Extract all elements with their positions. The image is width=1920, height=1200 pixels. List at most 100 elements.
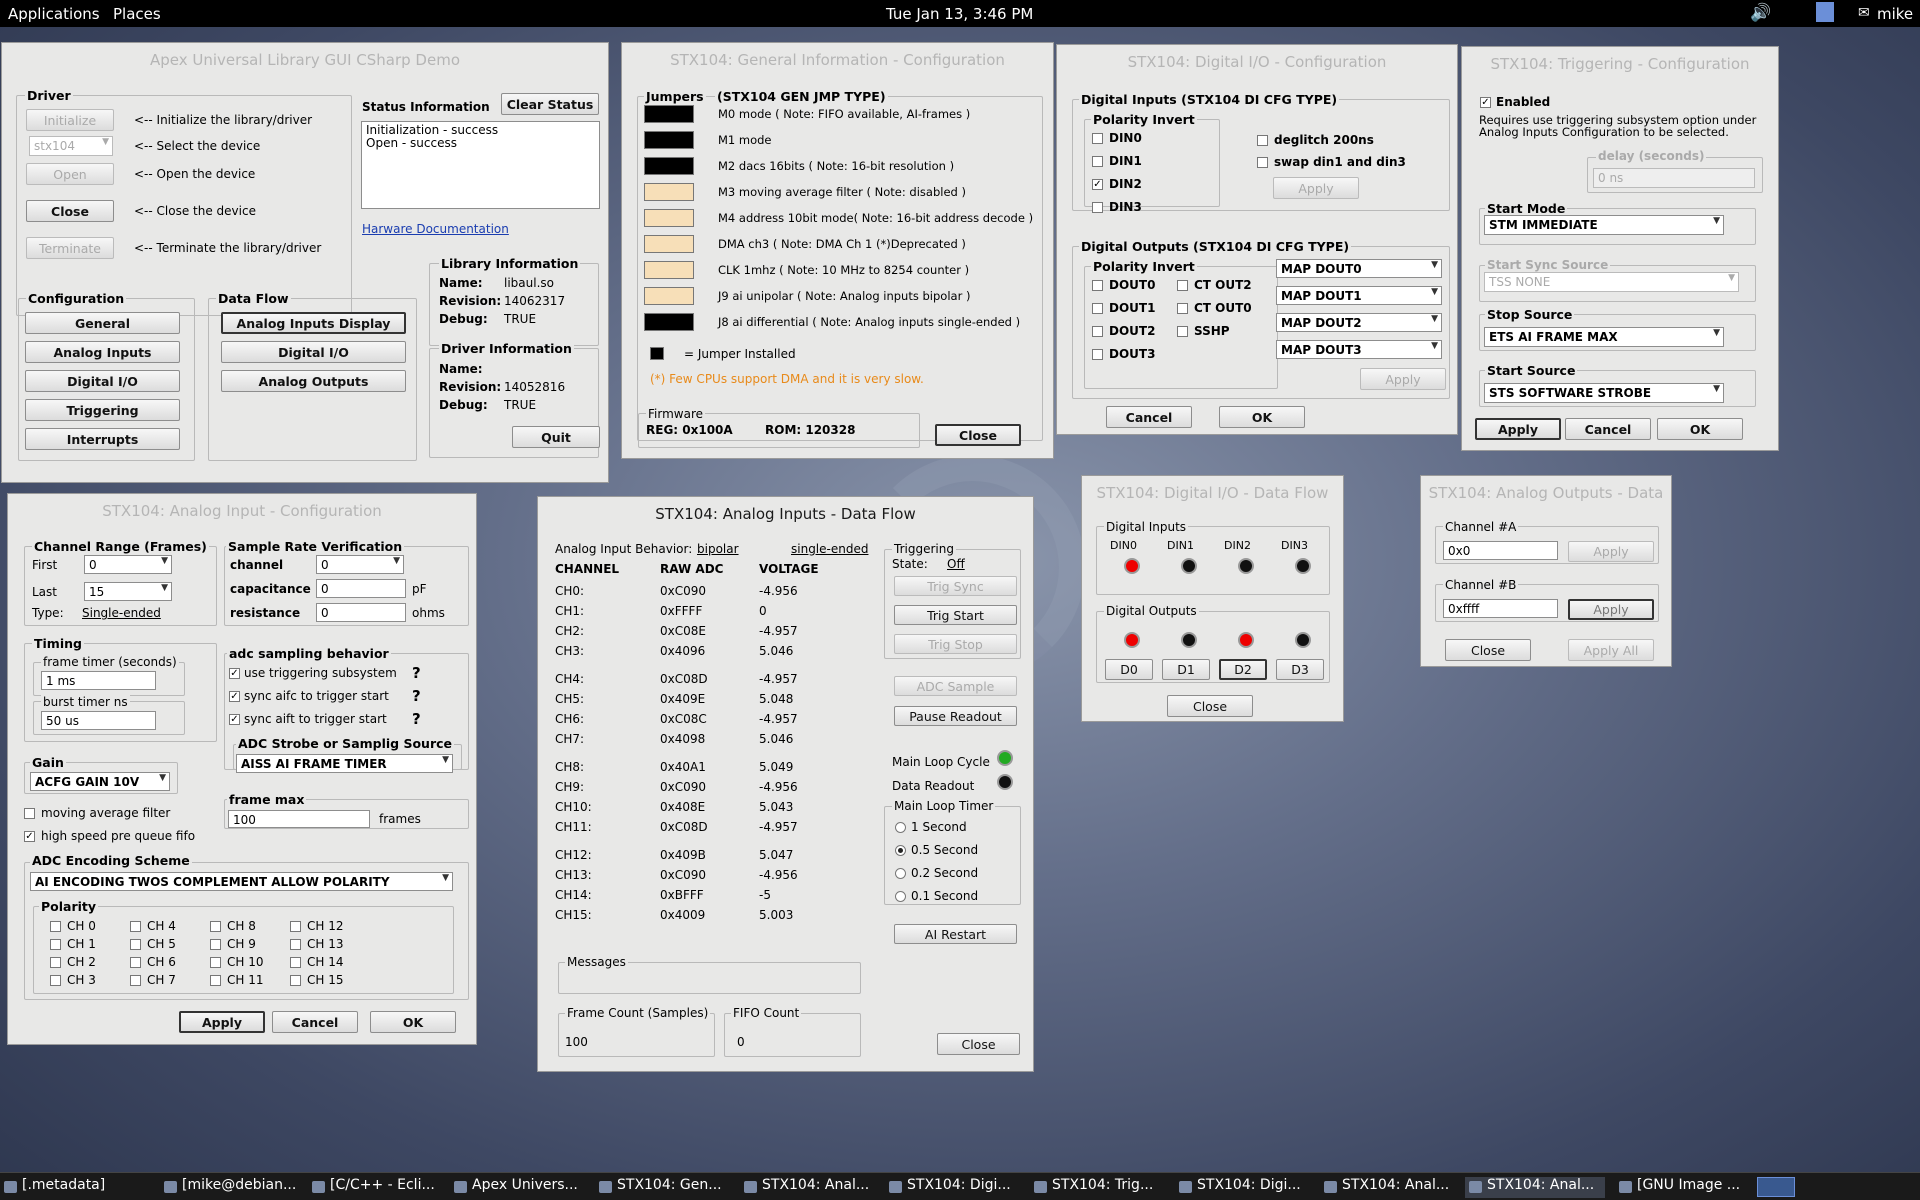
clock[interactable]: Tue Jan 13, 3:46 PM	[886, 5, 1033, 23]
polarity-checkbox[interactable]	[290, 957, 301, 968]
taskbar-item[interactable]: STX104: Digi...	[885, 1177, 1025, 1198]
device-select[interactable]: stx104 ▼	[29, 136, 113, 156]
adc-encoding-select[interactable]: AI ENCODING TWOS COMPLEMENT ALLOW POLARI…	[30, 872, 453, 891]
taskbar-item[interactable]: [C/C++ - Ecli...	[308, 1177, 448, 1198]
trig-sync-button[interactable]: Trig Sync	[894, 576, 1017, 596]
polarity-checkbox[interactable]	[50, 957, 61, 968]
workspace-switcher[interactable]	[1757, 1177, 1795, 1197]
dout-button[interactable]: D1	[1162, 659, 1210, 680]
clear-status-button[interactable]: Clear Status	[501, 93, 599, 115]
cancel-button[interactable]: Cancel	[1565, 418, 1651, 440]
start-sync-select[interactable]: TSS NONE ▼	[1484, 272, 1739, 292]
outputs-apply-button[interactable]: Apply	[1360, 368, 1446, 390]
polarity-checkbox[interactable]	[290, 975, 301, 986]
polarity-checkbox[interactable]	[50, 921, 61, 932]
polarity-checkbox[interactable]	[290, 939, 301, 950]
dout-checkbox[interactable]	[1092, 349, 1103, 360]
sync-aift-checkbox[interactable]: ✓	[229, 714, 240, 725]
close-button[interactable]: Close	[935, 424, 1021, 446]
pause-readout-button[interactable]: Pause Readout	[894, 706, 1017, 726]
loop-01s-radio[interactable]	[895, 891, 906, 902]
ct-checkbox[interactable]	[1177, 326, 1188, 337]
triggering-button[interactable]: Triggering	[25, 399, 180, 421]
delay-input[interactable]: 0 ns	[1593, 168, 1755, 188]
analog-inputs-button[interactable]: Analog Inputs	[25, 341, 180, 363]
taskbar-item[interactable]: [.metadata]	[0, 1177, 140, 1198]
channel-a-apply-button[interactable]: Apply	[1568, 541, 1654, 562]
moving-average-checkbox[interactable]	[24, 808, 35, 819]
polarity-checkbox[interactable]	[210, 939, 221, 950]
cancel-button[interactable]: Cancel	[272, 1011, 358, 1033]
dout-button[interactable]: D0	[1105, 659, 1153, 680]
open-button[interactable]: Open	[26, 163, 114, 185]
stop-source-select[interactable]: ETS AI FRAME MAX ▼	[1484, 327, 1724, 347]
frame-max-input[interactable]: 100	[228, 810, 370, 828]
help-icon[interactable]: ?	[412, 664, 421, 682]
resistance-input[interactable]: 0	[316, 603, 406, 622]
polarity-checkbox[interactable]	[50, 939, 61, 950]
ai-restart-button[interactable]: AI Restart	[894, 924, 1017, 944]
last-channel-select[interactable]: 15 ▼	[84, 582, 172, 601]
apply-all-button[interactable]: Apply All	[1568, 639, 1654, 661]
ok-button[interactable]: OK	[370, 1011, 456, 1033]
hardware-documentation-link[interactable]: Harware Documentation	[362, 222, 509, 236]
dout-checkbox[interactable]	[1092, 280, 1103, 291]
taskbar-item[interactable]: STX104: Gen...	[595, 1177, 735, 1198]
polarity-checkbox[interactable]	[50, 975, 61, 986]
sync-aifc-checkbox[interactable]: ✓	[229, 691, 240, 702]
ok-button[interactable]: OK	[1657, 418, 1743, 440]
taskbar-item[interactable]: [mike@debian...	[160, 1177, 300, 1198]
srv-channel-select[interactable]: 0 ▼	[316, 555, 404, 574]
map-select[interactable]: MAP DOUT3 ▼	[1276, 340, 1442, 359]
terminate-button[interactable]: Terminate	[26, 237, 114, 259]
apply-button[interactable]: Apply	[179, 1011, 265, 1033]
din-checkbox[interactable]	[1092, 133, 1103, 144]
interrupts-button[interactable]: Interrupts	[25, 428, 180, 450]
polarity-checkbox[interactable]	[210, 921, 221, 932]
gain-select[interactable]: ACFG GAIN 10V ▼	[30, 772, 170, 791]
taskbar-item[interactable]: STX104: Digi...	[1175, 1177, 1315, 1198]
inputs-apply-button[interactable]: Apply	[1273, 177, 1359, 199]
polarity-checkbox[interactable]	[210, 975, 221, 986]
initialize-button[interactable]: Initialize	[26, 109, 114, 131]
dout-button[interactable]: D3	[1276, 659, 1324, 680]
places-menu[interactable]: Places	[113, 5, 161, 23]
help-icon[interactable]: ?	[412, 710, 421, 728]
taskbar-item[interactable]: [GNU Image ...	[1615, 1177, 1745, 1198]
volume-icon[interactable]: 🔊	[1750, 3, 1771, 23]
taskbar-item[interactable]: STX104: Anal...	[1320, 1177, 1460, 1198]
network-icon[interactable]	[1816, 2, 1834, 22]
loop-02s-radio[interactable]	[895, 868, 906, 879]
enabled-checkbox[interactable]: ✓	[1480, 97, 1491, 108]
taskbar-item[interactable]: Apex Univers...	[450, 1177, 590, 1198]
din-checkbox[interactable]	[1092, 202, 1103, 213]
polarity-checkbox[interactable]	[130, 975, 141, 986]
analog-inputs-display-button[interactable]: Analog Inputs Display	[221, 312, 406, 334]
channel-a-input[interactable]: 0x0	[1443, 541, 1558, 560]
start-mode-select[interactable]: STM IMMEDIATE ▼	[1484, 215, 1724, 235]
cancel-button[interactable]: Cancel	[1106, 406, 1192, 428]
ct-checkbox[interactable]	[1177, 280, 1188, 291]
user-menu[interactable]: mike	[1877, 5, 1913, 23]
chat-icon[interactable]: ✉	[1858, 5, 1870, 21]
dout-checkbox[interactable]	[1092, 326, 1103, 337]
swap-checkbox[interactable]	[1257, 157, 1268, 168]
map-select[interactable]: MAP DOUT0 ▼	[1276, 259, 1442, 278]
ok-button[interactable]: OK	[1219, 406, 1305, 428]
general-button[interactable]: General	[25, 312, 180, 334]
adc-strobe-select[interactable]: AISS AI FRAME TIMER ▼	[236, 754, 453, 773]
first-channel-select[interactable]: 0 ▼	[84, 555, 172, 574]
taskbar-item[interactable]: STX104: Anal...	[740, 1177, 880, 1198]
close-button[interactable]: Close	[937, 1033, 1020, 1055]
polarity-checkbox[interactable]	[210, 957, 221, 968]
channel-b-input[interactable]: 0xffff	[1443, 599, 1558, 618]
loop-05s-radio[interactable]	[895, 845, 906, 856]
dout-checkbox[interactable]	[1092, 303, 1103, 314]
taskbar-item[interactable]: STX104: Trig...	[1030, 1177, 1170, 1198]
channel-b-apply-button[interactable]: Apply	[1568, 599, 1654, 620]
digital-io-button[interactable]: Digital I/O	[25, 370, 180, 392]
din-checkbox[interactable]: ✓	[1092, 179, 1103, 190]
apply-button[interactable]: Apply	[1475, 418, 1561, 440]
adc-sample-button[interactable]: ADC Sample	[894, 676, 1017, 696]
polarity-checkbox[interactable]	[130, 921, 141, 932]
